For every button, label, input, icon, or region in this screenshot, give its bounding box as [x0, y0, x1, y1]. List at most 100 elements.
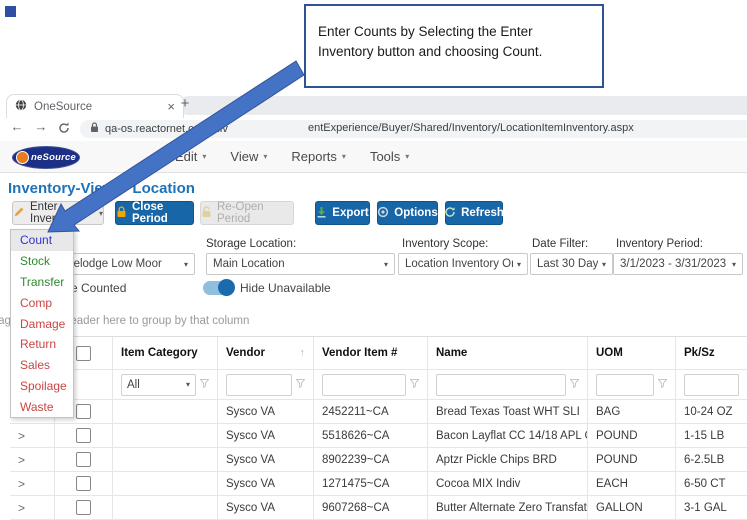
- col-uom[interactable]: UOM: [588, 337, 676, 370]
- filter-funnel-icon[interactable]: [200, 379, 209, 391]
- address-bar[interactable]: qa-os.reactornet.com/Riv entExperience/B…: [80, 120, 747, 138]
- storage-location-select[interactable]: Main Location▾: [206, 253, 395, 275]
- options-gear-icon: [377, 206, 389, 221]
- screenshot-root: { "callout": { "text": "Enter Counts by …: [0, 0, 747, 518]
- filter-funnel-icon[interactable]: [658, 379, 667, 391]
- menu-view[interactable]: View▾: [230, 149, 267, 164]
- menu-item-damage[interactable]: Damage: [11, 313, 73, 334]
- forward-icon[interactable]: →: [32, 119, 50, 134]
- inventory-period-select[interactable]: 3/1/2023 - 3/31/2023▾: [613, 253, 743, 275]
- export-download-icon: [316, 206, 327, 221]
- close-period-button[interactable]: Close Period: [115, 201, 194, 225]
- vendor-item-filter-input[interactable]: [322, 374, 406, 396]
- menu-reports[interactable]: Reports▾: [291, 149, 346, 164]
- menu-item-sales[interactable]: Sales: [11, 355, 73, 376]
- filter-funnel-icon[interactable]: [570, 379, 579, 391]
- item-category-filter-select[interactable]: All▾: [121, 374, 196, 396]
- menu-item-comp[interactable]: Comp: [11, 292, 73, 313]
- storage-location-label: Storage Location:: [206, 238, 296, 250]
- filter-vendor-cell: [218, 370, 314, 400]
- grid-header-row: Item Category Vendor↑ Vendor Item # Name…: [10, 337, 747, 370]
- hide-unavailable-label: Hide Unavailable: [240, 281, 331, 295]
- unlock-icon: [201, 206, 212, 221]
- inventory-scope-label: Inventory Scope:: [402, 238, 488, 250]
- export-button[interactable]: Export: [315, 201, 370, 225]
- filter-funnel-icon[interactable]: [410, 379, 419, 391]
- chevron-down-icon: ▾: [517, 260, 521, 269]
- uom-filter-input[interactable]: [596, 374, 654, 396]
- col-name[interactable]: Name: [428, 337, 588, 370]
- enter-inventory-button[interactable]: Enter Inventory ▾: [12, 201, 104, 225]
- tab-title: OneSource: [34, 101, 160, 113]
- enter-inventory-menu: Count Stock Transfer Comp Damage Return …: [10, 229, 74, 418]
- onesource-logo: neSource: [12, 146, 80, 169]
- expand-row-icon[interactable]: >: [18, 429, 25, 443]
- hide-unavailable-toggle[interactable]: [203, 281, 233, 295]
- table-row[interactable]: > Sysco VA 8902239~CA Aptzr Pickle Chips…: [10, 448, 747, 472]
- pencil-icon: [13, 206, 25, 221]
- col-item-category[interactable]: Item Category: [113, 337, 218, 370]
- chevron-down-icon: ▾: [184, 260, 188, 269]
- url-text-continued: entExperience/Buyer/Shared/Inventory/Loc…: [308, 122, 634, 134]
- expand-row-icon[interactable]: >: [18, 477, 25, 491]
- col-pksz[interactable]: Pk/Sz: [676, 337, 747, 370]
- menu-item-transfer[interactable]: Transfer: [11, 272, 73, 293]
- tab-strip-background: [180, 96, 747, 115]
- inventory-scope-select[interactable]: Location Inventory Only▾: [398, 253, 528, 275]
- date-filter-select[interactable]: Last 30 Days▾: [530, 253, 613, 275]
- callout-text: Enter Counts by Selecting the Enter Inve…: [318, 24, 542, 59]
- refresh-icon: [444, 206, 456, 221]
- chevron-down-icon: ▾: [342, 152, 346, 161]
- name-filter-input[interactable]: [436, 374, 566, 396]
- grid-filter-row: All▾: [10, 370, 747, 400]
- table-row[interactable]: > Sysco VA 1271475~CA Cocoa MIX Indiv EA…: [10, 472, 747, 496]
- chevron-down-icon: ▾: [602, 260, 606, 269]
- chevron-down-icon: ▾: [384, 260, 388, 269]
- date-filter-label: Date Filter:: [532, 238, 588, 250]
- col-vendor-item[interactable]: Vendor Item #: [314, 337, 428, 370]
- chevron-down-icon: ▾: [202, 152, 206, 161]
- row-checkbox[interactable]: [76, 476, 91, 491]
- close-tab-icon[interactable]: ×: [167, 99, 175, 114]
- menu-item-stock[interactable]: Stock: [11, 251, 73, 272]
- pksz-filter-input[interactable]: [684, 374, 739, 396]
- logo-o-icon: [16, 151, 29, 164]
- menu-item-spoilage[interactable]: Spoilage: [11, 375, 73, 396]
- col-vendor[interactable]: Vendor↑: [218, 337, 314, 370]
- menu-edit[interactable]: Edit▾: [175, 149, 206, 164]
- lock-icon: [90, 120, 99, 138]
- refresh-button[interactable]: Refresh: [445, 201, 503, 225]
- filter-funnel-icon[interactable]: [296, 379, 305, 391]
- menu-item-waste[interactable]: Waste: [11, 396, 73, 417]
- annotation-callout: Enter Counts by Selecting the Enter Inve…: [304, 4, 604, 88]
- row-checkbox[interactable]: [76, 428, 91, 443]
- menu-item-return[interactable]: Return: [11, 334, 73, 355]
- expand-row-icon[interactable]: >: [18, 453, 25, 467]
- filter-uom-cell: [588, 370, 676, 400]
- logo-text: neSource: [31, 152, 76, 163]
- expand-row-icon[interactable]: >: [18, 501, 25, 515]
- filter-pksz-cell: [676, 370, 747, 400]
- row-checkbox[interactable]: [76, 500, 91, 515]
- vendor-filter-input[interactable]: [226, 374, 292, 396]
- chevron-down-icon: ▾: [405, 152, 409, 161]
- select-all-checkbox[interactable]: [76, 346, 91, 361]
- chevron-down-icon: ▾: [99, 209, 103, 218]
- options-button[interactable]: Options: [377, 201, 438, 225]
- menu-tools[interactable]: Tools▾: [370, 149, 409, 164]
- new-tab-button[interactable]: +: [176, 95, 194, 113]
- browser-tab-onesource[interactable]: OneSource ×: [6, 94, 184, 118]
- chevron-down-icon: ▾: [732, 260, 736, 269]
- row-checkbox[interactable]: [76, 452, 91, 467]
- app-menu-bar: Edit▾ View▾ Reports▾ Tools▾: [175, 149, 409, 164]
- table-row[interactable]: > Sysco VA 5518626~CA Bacon Layflat CC 1…: [10, 424, 747, 448]
- url-text: qa-os.reactornet.com/Riv: [105, 123, 228, 135]
- table-row[interactable]: > Sysco VA 2452211~CA Bread Texas Toast …: [10, 400, 747, 424]
- back-icon[interactable]: ←: [8, 119, 26, 134]
- menu-item-count[interactable]: Count: [11, 230, 73, 251]
- row-checkbox[interactable]: [76, 404, 91, 419]
- favicon-globe-icon: [15, 98, 27, 116]
- reload-icon[interactable]: [57, 121, 71, 140]
- table-row[interactable]: > Sysco VA 9607268~CA Butter Alternate Z…: [10, 496, 747, 520]
- chevron-down-icon: ▾: [263, 152, 267, 161]
